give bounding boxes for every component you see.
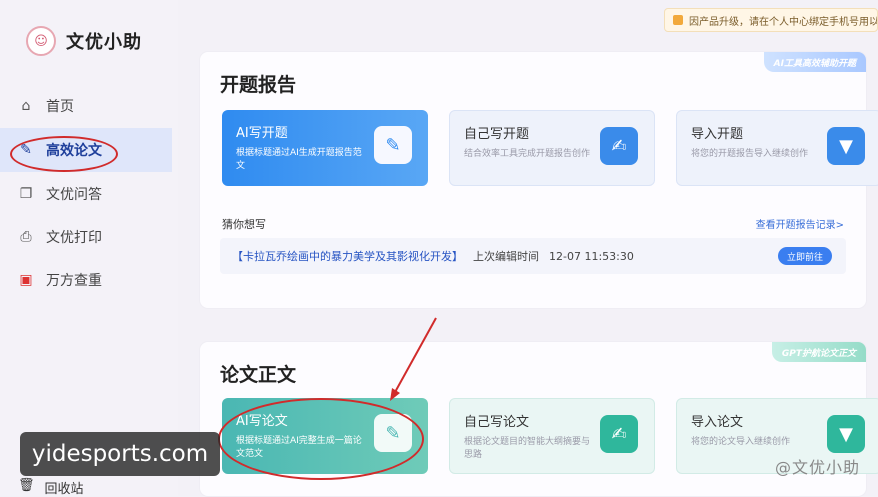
last-edit-time: 12-07 11:53:30 (549, 249, 634, 263)
sidebar-item-label: 回收站 (44, 482, 84, 497)
card-desc: 将您的论文导入继续创作 (691, 437, 791, 447)
document-pen-icon: ✎ (374, 414, 412, 452)
upgrade-notice: 因产品升级，请在个人中心绑定手机号用以登 (664, 8, 878, 32)
app-logo[interactable]: ☺ 文优小助 (26, 26, 142, 56)
panel-title: 开题报告 (220, 70, 297, 98)
pen-icon: ✎ (20, 142, 32, 158)
printer-icon: ⎙ (20, 229, 32, 245)
card-desc: 结合效率工具完成开题报告创作 (464, 149, 591, 159)
sidebar-item-qa[interactable]: ❐ 文优问答 (0, 172, 172, 216)
app-name: 文优小助 (66, 32, 142, 53)
folder-import-icon: ▼ (827, 127, 865, 165)
go-now-button[interactable]: 立即前往 (777, 247, 832, 265)
sidebar-item-label: 文优打印 (46, 230, 102, 246)
sidebar-item-papers[interactable]: ✎ 高效论文 (0, 128, 172, 172)
proposal-panel: AI工具高效辅助开题 开题报告 AI写开题 根据标题通过AI生成开题报告范文 ✎… (200, 52, 878, 308)
import-proposal-card[interactable]: 导入开题 将您的开题报告导入继续创作 ▼ (676, 110, 878, 186)
card-desc: 将您的开题报告导入继续创作 (691, 149, 809, 159)
panel-title: 论文正文 (220, 360, 297, 388)
recent-proposal-row[interactable]: 【卡拉瓦乔绘画中的暴力美学及其影视化开发】 上次编辑时间 12-07 11:53… (220, 238, 846, 274)
proposal-history-link[interactable]: 查看开题报告记录> (756, 216, 844, 231)
paper-panel: GPT护航论文正文 论文正文 AI写论文 根据标题通过AI完整生成一篇论文范文 … (200, 342, 878, 496)
panel-tag: AI工具高效辅助开题 (763, 52, 866, 72)
check-icon: ▣ (19, 272, 33, 288)
edit-document-icon: ✍ (600, 127, 638, 165)
document-pen-icon: ✎ (374, 126, 412, 164)
self-write-paper-card[interactable]: 自己写论文 根据论文题目的智能大纲摘要与思路 ✍ (449, 398, 655, 474)
sidebar: ☺ 文优小助 ⌂ 首页 ✎ 高效论文 ❐ 文优问答 ⎙ 文优打印 ▣ 万方查重 … (0, 0, 178, 497)
trash-icon: 🗑 (18, 478, 35, 493)
ai-write-paper-card[interactable]: AI写论文 根据标题通过AI完整生成一篇论文范文 ✎ (222, 398, 428, 474)
edit-document-icon: ✍ (600, 415, 638, 453)
sidebar-item-home[interactable]: ⌂ 首页 (0, 84, 172, 128)
recent-title: 【卡拉瓦乔绘画中的暴力美学及其影视化开发】 (232, 250, 463, 263)
guess-label: 猜你想写 (222, 218, 266, 231)
panel-tag: GPT护航论文正文 (771, 342, 866, 362)
notice-icon (673, 15, 683, 25)
sidebar-item-label: 高效论文 (46, 143, 102, 159)
ai-write-proposal-card[interactable]: AI写开题 根据标题通过AI生成开题报告范文 ✎ (222, 110, 428, 186)
sidebar-item-plagiarism-check[interactable]: ▣ 万方查重 (0, 258, 172, 302)
site-watermark: yidesports.com (20, 432, 220, 476)
sidebar-item-print[interactable]: ⎙ 文优打印 (0, 215, 172, 259)
mascot-icon: ☺ (26, 26, 56, 56)
card-desc: 根据标题通过AI完整生成一篇论文范文 (236, 436, 362, 459)
sidebar-item-label: 首页 (46, 99, 74, 115)
chat-icon: ❐ (19, 186, 33, 202)
self-write-proposal-card[interactable]: 自己写开题 结合效率工具完成开题报告创作 ✍ (449, 110, 655, 186)
last-edit-label: 上次编辑时间 (473, 250, 539, 263)
sidebar-item-label: 文优问答 (46, 187, 102, 203)
corner-watermark: @文优小助 (774, 458, 860, 477)
folder-import-icon: ▼ (827, 415, 865, 453)
home-icon: ⌂ (21, 98, 31, 114)
sidebar-item-trash[interactable]: 🗑 回收站 (18, 478, 84, 497)
sidebar-item-label: 万方查重 (46, 273, 102, 289)
card-desc: 根据标题通过AI生成开题报告范文 (236, 148, 362, 171)
notice-text: 因产品升级，请在个人中心绑定手机号用以登 (689, 16, 878, 28)
card-desc: 根据论文题目的智能大纲摘要与思路 (464, 437, 591, 460)
